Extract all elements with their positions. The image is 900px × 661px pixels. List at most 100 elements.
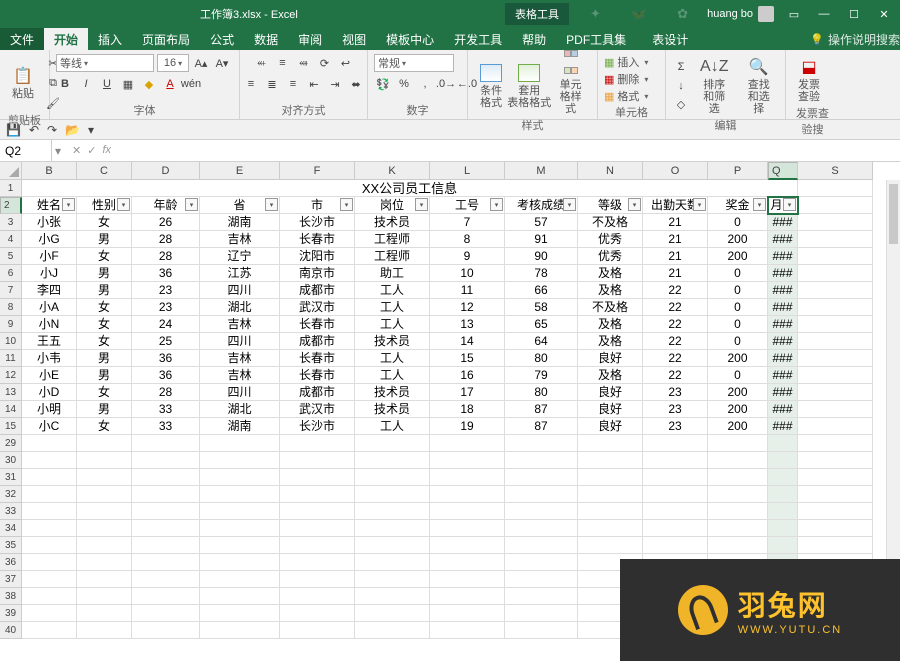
decrease-font-button[interactable]: A▾ [213, 54, 231, 72]
cell[interactable]: 良好 [578, 401, 643, 418]
cell[interactable]: 10 [430, 265, 505, 282]
cell[interactable] [505, 452, 578, 469]
select-all-corner[interactable] [0, 162, 22, 180]
fill-button[interactable]: ↓ [672, 77, 690, 95]
cell[interactable] [132, 469, 200, 486]
cell[interactable]: 女 [77, 418, 132, 435]
ribbon-options-icon[interactable]: ▭ [784, 8, 804, 21]
cell[interactable] [22, 520, 77, 537]
cell[interactable]: 工程师 [355, 231, 430, 248]
cell[interactable] [132, 554, 200, 571]
cell[interactable]: ### [768, 282, 798, 299]
cell[interactable]: 21 [643, 214, 708, 231]
cell[interactable]: 工人 [355, 282, 430, 299]
conditional-format-button[interactable]: 条件格式 [474, 60, 508, 111]
comma-button[interactable]: , [416, 75, 434, 93]
cell[interactable]: 不及格 [578, 214, 643, 231]
cell[interactable]: 200 [708, 384, 768, 401]
cell[interactable]: 及格 [578, 265, 643, 282]
clear-button[interactable]: ◇ [672, 96, 690, 114]
namebox-dropdown-icon[interactable]: ▾ [52, 144, 64, 158]
cell[interactable]: 工人 [355, 418, 430, 435]
cell[interactable] [708, 452, 768, 469]
cell[interactable]: 79 [505, 367, 578, 384]
col-header-L[interactable]: L [430, 162, 505, 180]
title-cell[interactable]: XX公司员工信息 [22, 180, 798, 197]
row-header-15[interactable]: 15 [0, 418, 22, 435]
cell[interactable]: 男 [77, 265, 132, 282]
cell[interactable]: 22 [643, 299, 708, 316]
cell[interactable] [430, 435, 505, 452]
row-header-38[interactable]: 38 [0, 588, 22, 605]
cell[interactable]: 22 [643, 333, 708, 350]
cell[interactable] [280, 622, 355, 639]
cell[interactable] [768, 435, 798, 452]
tab-insert[interactable]: 插入 [88, 28, 132, 50]
cell[interactable]: 不及格 [578, 299, 643, 316]
cell[interactable]: 湖南 [200, 418, 280, 435]
insert-function-button[interactable]: fx [102, 144, 111, 157]
row-header-32[interactable]: 32 [0, 486, 22, 503]
cell[interactable]: 良好 [578, 418, 643, 435]
tab-formula[interactable]: 公式 [200, 28, 244, 50]
qat-customize-button[interactable]: ▾ [88, 123, 94, 137]
cell[interactable]: 8 [430, 231, 505, 248]
cell[interactable] [798, 401, 873, 418]
cell[interactable]: 22 [643, 282, 708, 299]
cell[interactable] [505, 435, 578, 452]
cell[interactable] [708, 469, 768, 486]
cell[interactable]: 女 [77, 384, 132, 401]
cell[interactable]: 23 [643, 384, 708, 401]
cell[interactable]: 女 [77, 316, 132, 333]
cell[interactable] [430, 503, 505, 520]
cell[interactable] [643, 503, 708, 520]
header-N[interactable]: 等级▾ [578, 197, 643, 214]
cell[interactable]: 女 [77, 214, 132, 231]
row-header-33[interactable]: 33 [0, 503, 22, 520]
cell[interactable]: 小C [22, 418, 77, 435]
font-name-select[interactable]: 等线▾ [56, 54, 154, 72]
filter-arrow-icon[interactable]: ▾ [490, 198, 503, 211]
cell[interactable]: 长沙市 [280, 214, 355, 231]
col-header-K[interactable]: K [355, 162, 430, 180]
cell[interactable] [22, 503, 77, 520]
cell[interactable] [355, 503, 430, 520]
cell[interactable]: 28 [132, 384, 200, 401]
cell[interactable]: 0 [708, 316, 768, 333]
tab-template[interactable]: 模板中心 [376, 28, 444, 50]
font-color-button[interactable]: A [161, 75, 179, 93]
active-cell-Q2[interactable]: 月薪▾ [768, 197, 798, 214]
cell[interactable] [132, 503, 200, 520]
cell[interactable] [768, 503, 798, 520]
cell[interactable] [430, 537, 505, 554]
cell[interactable] [798, 367, 873, 384]
cell[interactable]: 21 [643, 248, 708, 265]
filter-arrow-icon[interactable]: ▾ [783, 198, 796, 211]
qat-open-button[interactable]: 📂 [65, 123, 80, 137]
cell[interactable] [200, 469, 280, 486]
filter-arrow-icon[interactable]: ▾ [693, 198, 706, 211]
cell[interactable]: 李四 [22, 282, 77, 299]
row-header-8[interactable]: 8 [0, 299, 22, 316]
col-header-S[interactable]: S [798, 162, 873, 180]
cell[interactable] [798, 537, 873, 554]
cell[interactable]: 23 [643, 418, 708, 435]
cell[interactable]: 工人 [355, 367, 430, 384]
filter-arrow-icon[interactable]: ▾ [117, 198, 130, 211]
cell[interactable]: 男 [77, 367, 132, 384]
cell[interactable]: 武汉市 [280, 299, 355, 316]
row-header-1[interactable]: 1 [0, 180, 22, 197]
row-header-39[interactable]: 39 [0, 605, 22, 622]
cell[interactable]: 湖南 [200, 214, 280, 231]
cell[interactable] [77, 503, 132, 520]
cell[interactable]: 小A [22, 299, 77, 316]
cell[interactable] [798, 384, 873, 401]
wrap-text-button[interactable]: ↩ [337, 54, 355, 72]
tab-pdf[interactable]: PDF工具集 [556, 28, 636, 50]
cell[interactable] [132, 588, 200, 605]
cell[interactable]: 21 [643, 265, 708, 282]
cell[interactable] [77, 469, 132, 486]
cell[interactable] [355, 554, 430, 571]
cell[interactable]: 吉林 [200, 367, 280, 384]
cell[interactable] [22, 435, 77, 452]
